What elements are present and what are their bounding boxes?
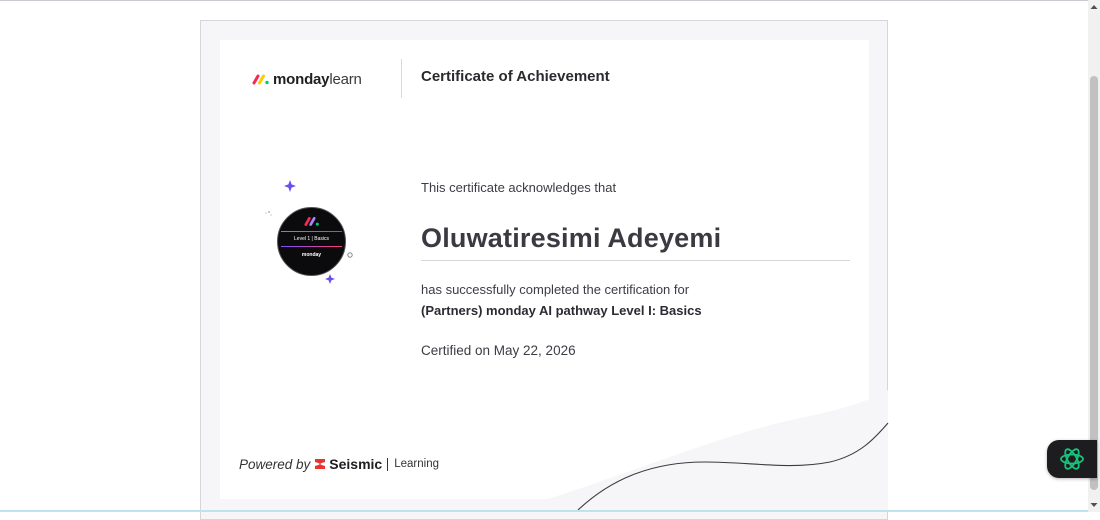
recipient-name: Oluwatiresimi Adeyemi bbox=[421, 223, 722, 253]
header-divider bbox=[401, 59, 402, 98]
name-underline bbox=[421, 260, 850, 261]
badge-monday-icon bbox=[304, 216, 319, 226]
completion-text: has successfully completed the certifica… bbox=[421, 282, 690, 297]
seismic-wordmark: Seismic bbox=[329, 456, 383, 472]
badge-top-line bbox=[281, 231, 342, 232]
scroll-up-arrow-icon[interactable] bbox=[1088, 2, 1100, 12]
monday-logo-icon bbox=[252, 74, 269, 85]
seismic-separator bbox=[387, 457, 389, 471]
vertical-scrollbar[interactable] bbox=[1088, 0, 1100, 512]
powered-by-footer: Powered by Seismic Learning bbox=[239, 456, 439, 472]
powered-by-label: Powered by bbox=[239, 456, 311, 472]
badge-level-text: Level 1 | Basics bbox=[294, 236, 329, 242]
acknowledgement-text: This certificate acknowledges that bbox=[421, 180, 617, 195]
logo-wordmark-bold: monday bbox=[273, 70, 330, 88]
ai-assistant-icon bbox=[1060, 448, 1084, 470]
monday-learn-logo: monday learn bbox=[252, 68, 362, 90]
scroll-down-arrow-icon[interactable] bbox=[1088, 500, 1100, 510]
badge-brand-text: monday bbox=[301, 252, 322, 258]
certification-badge: Level 1 | Basics monday bbox=[262, 176, 362, 291]
badge-circle: Level 1 | Basics monday bbox=[277, 207, 346, 276]
certified-date: Certified on May 22, 2026 bbox=[421, 343, 576, 358]
scrollbar-thumb[interactable] bbox=[1090, 76, 1098, 490]
badge-bottom-line bbox=[281, 246, 342, 247]
course-name: (Partners) monday AI pathway Level I: Ba… bbox=[421, 303, 702, 318]
logo-wordmark-light: learn bbox=[329, 70, 362, 88]
certificate-title: Certificate of Achievement bbox=[421, 68, 610, 85]
seismic-learning-label: Learning bbox=[394, 458, 439, 470]
ai-assistant-button[interactable] bbox=[1047, 440, 1097, 478]
seismic-logo-icon bbox=[315, 459, 326, 469]
